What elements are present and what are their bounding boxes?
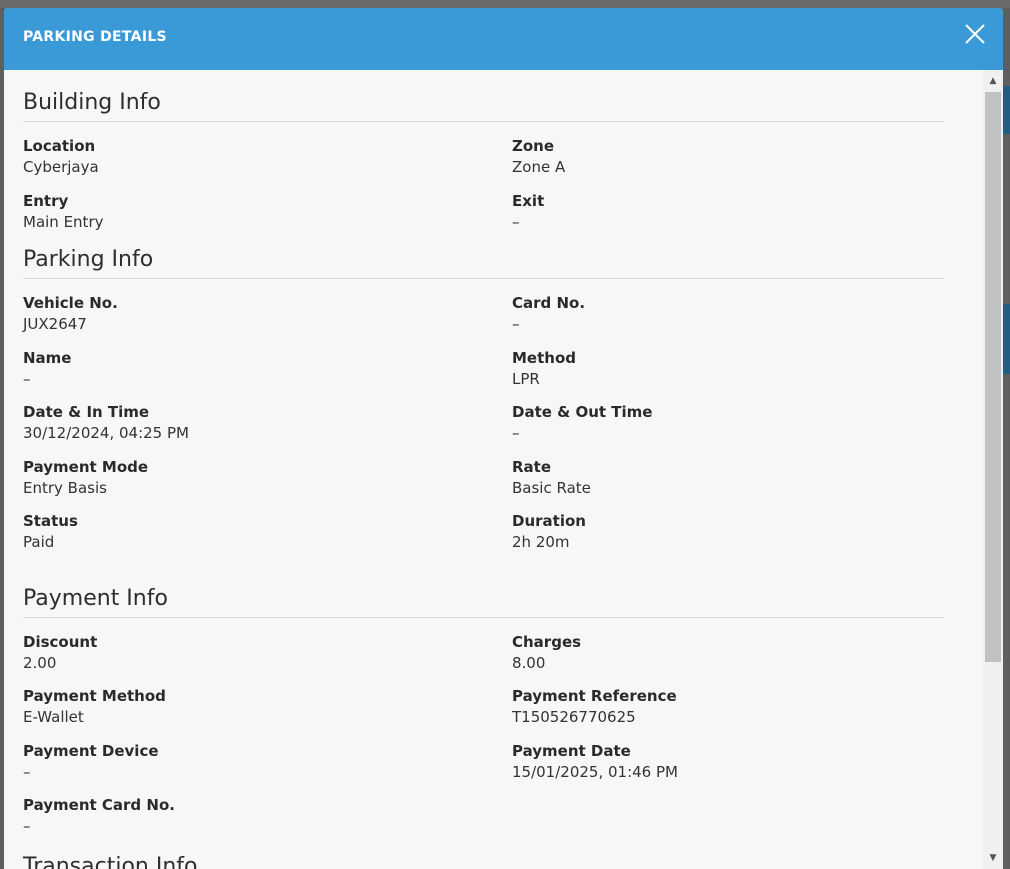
transaction-info-section: Transaction Info [23,850,944,869]
field-label: Method [512,348,576,367]
field-label: Date & In Time [23,403,150,421]
close-button[interactable] [963,22,987,46]
field-label: Payment Device [23,741,159,760]
modal-title: PARKING DETAILS [23,29,167,45]
field-label: Charges [512,632,582,651]
field-date-out-time: Date & Out Time – [512,402,944,457]
field-value: – [23,762,31,781]
field-label: Payment Date [512,741,631,760]
field-charges: Charges 8.00 [512,632,944,687]
field-value: – [512,424,520,442]
field-value: 2.00 [23,653,57,672]
building-info-section: Building Info Location Cyberjaya Zone Zo… [23,70,944,245]
field-label: Payment Method [23,687,166,705]
field-value: Zone A [512,158,566,176]
field-label: Entry [23,191,69,210]
field-value: Entry Basis [23,478,107,497]
field-value: JUX2647 [23,315,87,333]
field-value: Paid [23,533,55,551]
field-status: Status Paid [23,511,512,566]
parking-info-section: Parking Info Vehicle No. JUX2647 Card No… [23,245,944,566]
field-value: – [23,369,31,388]
field-value: LPR [512,369,540,388]
scroll-down-arrow-icon[interactable]: ▼ [983,849,1003,867]
section-title: Parking Info [23,245,944,279]
field-value: Main Entry [23,212,104,231]
field-discount: Discount 2.00 [23,632,512,687]
backdrop-strip [1002,304,1010,374]
field-method: Method LPR [512,348,944,403]
backdrop-strip [1002,86,1010,134]
field-label: Payment Reference [512,687,677,705]
field-label: Duration [512,512,586,530]
field-label: Exit [512,191,545,210]
field-value: – [512,315,520,333]
field-payment-card-no: Payment Card No. – [23,795,512,850]
field-exit: Exit – [512,191,944,246]
field-rate: Rate Basic Rate [512,457,944,512]
field-date-in-time: Date & In Time 30/12/2024, 04:25 PM [23,402,512,457]
section-title: Transaction Info [23,853,198,869]
field-payment-device: Payment Device – [23,741,512,796]
field-value: – [512,212,520,231]
vertical-scrollbar[interactable]: ▲ ▼ [983,70,1003,869]
field-value: T150526770625 [512,708,636,726]
section-title: Building Info [23,70,944,122]
field-label: Location [23,137,96,155]
field-duration: Duration 2h 20m [512,511,944,566]
field-label: Rate [512,457,552,476]
field-card-no: Card No. – [512,293,944,348]
parking-details-modal: PARKING DETAILS Building Info Location C… [4,8,1003,869]
field-label: Name [23,348,72,367]
field-value: – [23,817,31,835]
modal-body[interactable]: Building Info Location Cyberjaya Zone Zo… [4,70,983,869]
field-entry: Entry Main Entry [23,191,512,246]
field-value: E-Wallet [23,708,84,726]
field-name: Name – [23,348,512,403]
field-value: 8.00 [512,653,546,672]
field-value: 2h 20m [512,533,570,551]
field-payment-method: Payment Method E-Wallet [23,686,512,741]
field-value: Basic Rate [512,478,591,497]
scroll-thumb[interactable] [985,92,1001,662]
scroll-up-arrow-icon[interactable]: ▲ [983,72,1003,90]
field-payment-mode: Payment Mode Entry Basis [23,457,512,512]
field-vehicle-no: Vehicle No. JUX2647 [23,293,512,348]
field-value: 30/12/2024, 04:25 PM [23,424,189,442]
close-icon [965,24,985,44]
payment-info-section: Payment Info Discount 2.00 Charges 8.00 … [23,566,944,850]
field-zone: Zone Zone A [512,136,944,191]
field-payment-reference: Payment Reference T150526770625 [512,686,944,741]
field-label: Zone [512,137,555,155]
field-label: Card No. [512,294,586,312]
modal-header: PARKING DETAILS [4,8,1003,70]
field-label: Payment Mode [23,457,149,476]
field-label: Status [23,512,78,530]
field-label: Payment Card No. [23,796,175,814]
field-value: 15/01/2025, 01:46 PM [512,762,678,781]
field-payment-date: Payment Date 15/01/2025, 01:46 PM [512,741,944,796]
field-location: Location Cyberjaya [23,136,512,191]
backdrop-top [0,0,1010,8]
field-label: Vehicle No. [23,294,118,312]
field-label: Discount [23,632,98,651]
field-value: Cyberjaya [23,158,99,176]
field-label: Date & Out Time [512,403,653,421]
section-title: Payment Info [23,566,944,618]
